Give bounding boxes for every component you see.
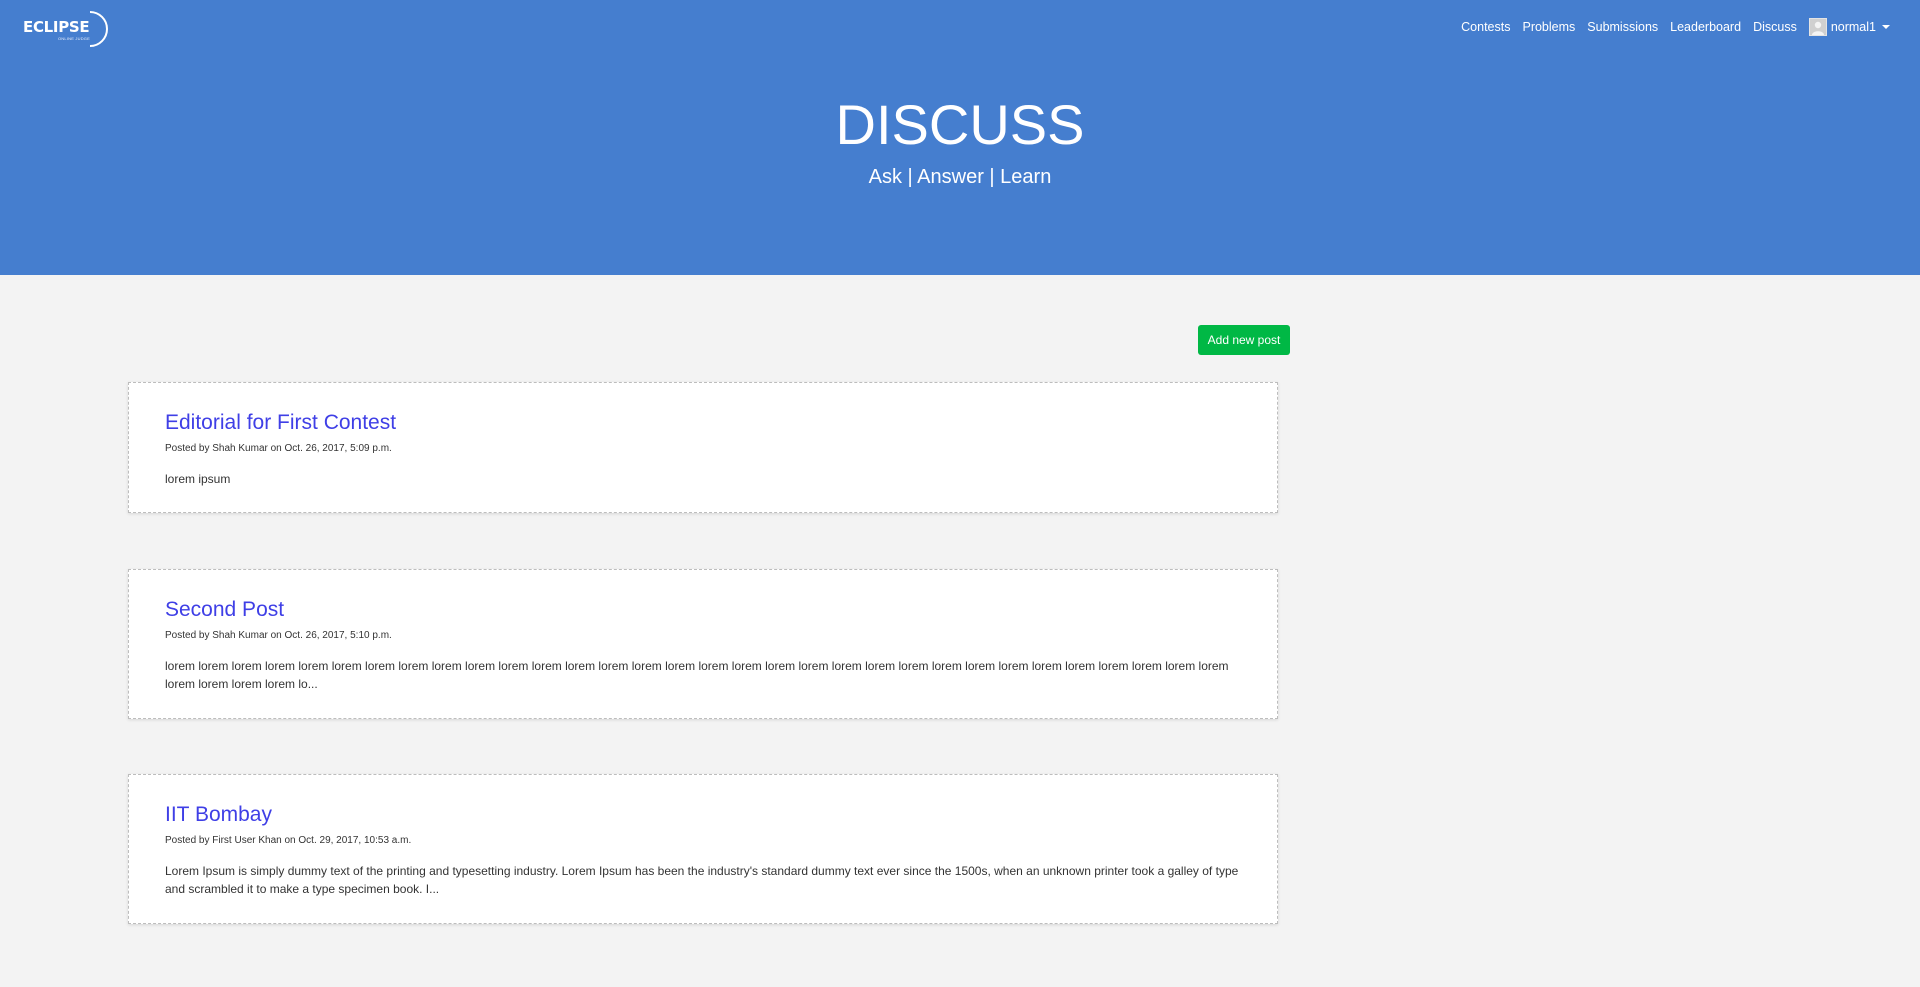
nav-links: Contests Problems Submissions Leaderboar… [1449, 18, 1890, 36]
nav-contests[interactable]: Contests [1461, 20, 1510, 34]
nav-leaderboard[interactable]: Leaderboard [1670, 20, 1741, 34]
add-new-post-button[interactable]: Add new post [1198, 325, 1290, 355]
user-avatar-icon [1808, 18, 1827, 36]
username: normal1 [1830, 20, 1876, 34]
post-card: Editorial for First Contest Posted by Sh… [128, 382, 1278, 513]
post-excerpt: Lorem Ipsum is simply dummy text of the … [165, 864, 1239, 896]
page-title: DISCUSS [835, 93, 1085, 156]
post-excerpt: lorem lorem lorem lorem lorem lorem lore… [165, 659, 1229, 691]
user-menu[interactable]: normal1 [1808, 18, 1890, 36]
post-card: IIT Bombay Posted by First User Khan on … [128, 774, 1278, 924]
eclipse-logo[interactable]: ECLIPSE ONLINE JUDGE [22, 10, 114, 48]
nav-problems[interactable]: Problems [1522, 20, 1575, 34]
post-card: Second Post Posted by Shah Kumar on Oct.… [128, 569, 1278, 719]
nav-submissions[interactable]: Submissions [1587, 20, 1658, 34]
post-meta: Posted by Shah Kumar on Oct. 26, 2017, 5… [165, 630, 392, 641]
caret-down-icon [1882, 25, 1890, 29]
post-meta: Posted by Shah Kumar on Oct. 26, 2017, 5… [165, 443, 392, 454]
logo-arc-icon [89, 11, 108, 47]
post-title-link[interactable]: Editorial for First Contest [165, 411, 396, 435]
post-title-link[interactable]: IIT Bombay [165, 803, 272, 827]
hero-banner: ECLIPSE ONLINE JUDGE Contests Problems S… [0, 0, 1920, 275]
nav-discuss[interactable]: Discuss [1753, 20, 1797, 34]
page-subtitle: Ask | Answer | Learn [868, 166, 1052, 188]
post-title-link[interactable]: Second Post [165, 598, 284, 622]
navbar: ECLIPSE ONLINE JUDGE Contests Problems S… [0, 0, 1920, 55]
post-meta: Posted by First User Khan on Oct. 29, 20… [165, 835, 412, 846]
post-excerpt: lorem ipsum [165, 472, 231, 486]
